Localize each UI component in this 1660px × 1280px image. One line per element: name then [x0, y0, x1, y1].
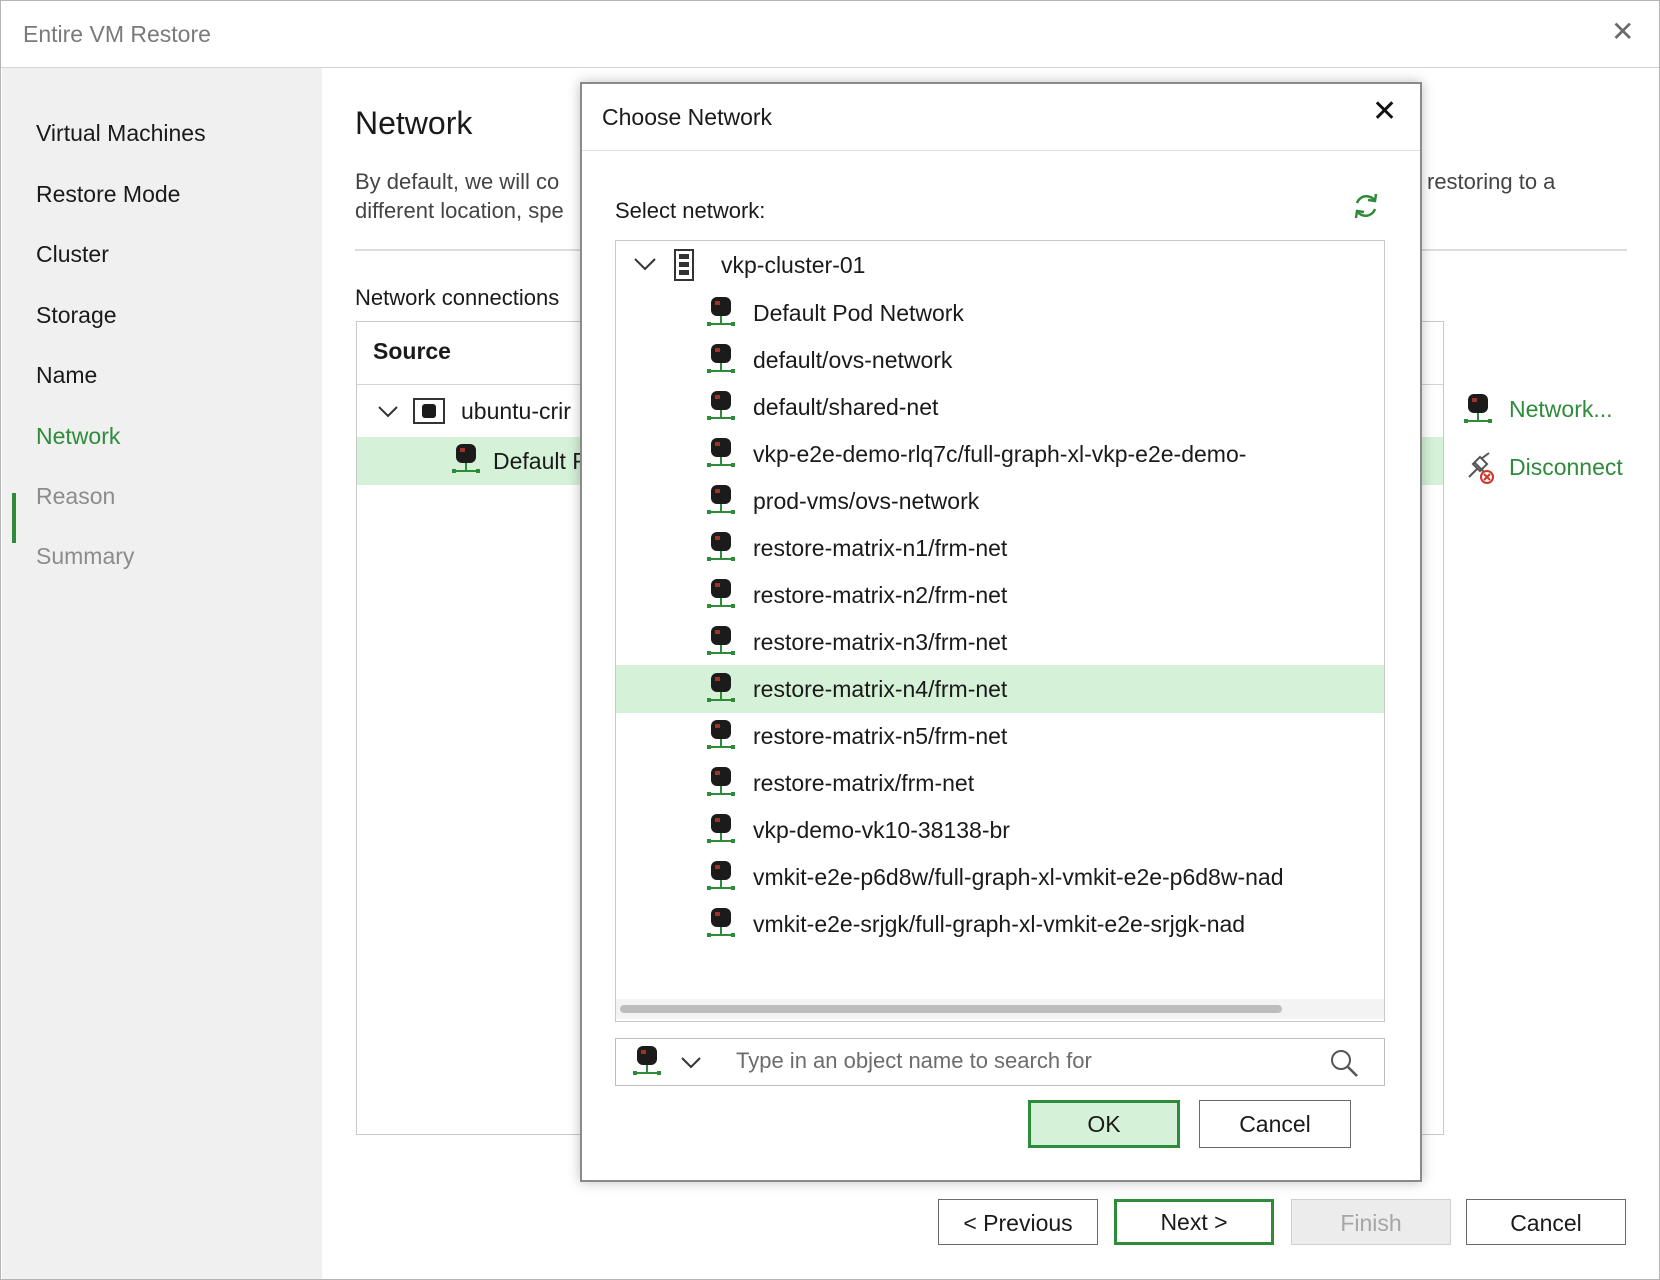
description-line-1-tail: restoring to a [1427, 169, 1556, 194]
step-virtual-machines[interactable]: Virtual Machines [36, 120, 206, 147]
description-line-2: different location, spe [355, 198, 564, 223]
network-icon [706, 484, 736, 518]
network-icon [706, 531, 736, 565]
network-icon [706, 578, 736, 612]
network-item-label: restore-matrix/frm-net [753, 770, 975, 796]
network-icon [706, 766, 736, 800]
network-item[interactable]: restore-matrix/frm-net [616, 759, 1384, 807]
description-line-1: By default, we will co [355, 169, 560, 194]
dialog-title: Choose Network [602, 104, 773, 130]
network-tree[interactable]: vkp-cluster-01 Default Pod Network defaul… [615, 240, 1385, 1022]
network-connections-label: Network connections [355, 285, 560, 310]
refresh-icon[interactable] [1350, 190, 1382, 222]
step-network[interactable]: Network [36, 423, 120, 450]
network-item[interactable]: restore-matrix-n2/frm-net [616, 571, 1384, 619]
window-title: Entire VM Restore [23, 21, 211, 47]
step-restore-mode[interactable]: Restore Mode [36, 181, 180, 208]
network-icon [706, 672, 736, 706]
chevron-down-icon[interactable] [375, 398, 401, 424]
window-titlebar: Entire VM Restore ✕ [1, 1, 1659, 68]
cancel-button[interactable]: Cancel [1466, 1199, 1626, 1245]
network-item[interactable]: vkp-e2e-demo-rlq7c/full-graph-xl-vkp-e2e… [616, 430, 1384, 478]
network-item-label: vmkit-e2e-srjgk/full-graph-xl-vmkit-e2e-… [753, 911, 1246, 937]
network-item-label: prod-vms/ovs-network [753, 488, 980, 514]
network-icon [706, 437, 736, 471]
chevron-down-icon[interactable] [678, 1049, 704, 1075]
network-icon [1463, 393, 1493, 427]
network-item[interactable]: default/shared-net [616, 383, 1384, 431]
next-button[interactable]: Next > [1114, 1199, 1274, 1245]
network-icon [706, 390, 736, 424]
network-icon [706, 719, 736, 753]
step-cluster[interactable]: Cluster [36, 241, 109, 268]
network-item-label: restore-matrix-n4/frm-net [753, 676, 1008, 702]
dialog-cancel-button[interactable]: Cancel [1199, 1100, 1351, 1148]
step-storage[interactable]: Storage [36, 302, 117, 329]
wizard-sidebar: Virtual Machines Restore Mode Cluster St… [2, 68, 322, 1279]
search-icon[interactable] [1328, 1047, 1360, 1079]
network-item[interactable]: default/ovs-network [616, 336, 1384, 384]
dialog-title-divider [582, 150, 1420, 151]
network-icon [706, 860, 736, 894]
network-item-label: restore-matrix-n2/frm-net [753, 582, 1008, 608]
page-title: Network [355, 105, 473, 141]
network-item-label: restore-matrix-n1/frm-net [753, 535, 1008, 561]
network-item-label: default/ovs-network [753, 347, 953, 373]
finish-button: Finish [1291, 1199, 1451, 1245]
network-item[interactable]: prod-vms/ovs-network [616, 477, 1384, 525]
network-item[interactable]: restore-matrix-n1/frm-net [616, 524, 1384, 572]
vm-icon [413, 398, 445, 424]
source-network-name: Default F [493, 448, 587, 474]
disconnect-icon [1468, 452, 1494, 484]
cluster-icon [674, 249, 694, 281]
network-item-label: restore-matrix-n3/frm-net [753, 629, 1008, 655]
ok-button[interactable]: OK [1028, 1100, 1180, 1148]
active-step-marker [12, 493, 16, 543]
previous-button[interactable]: < Previous [938, 1199, 1098, 1245]
network-item-label: Default Pod Network [753, 300, 964, 326]
disconnect-action-label[interactable]: Disconnect [1509, 454, 1623, 481]
network-item[interactable]: restore-matrix-n5/frm-net [616, 712, 1384, 760]
dialog-close-icon[interactable]: ✕ [1372, 94, 1397, 129]
network-item-label: vkp-e2e-demo-rlq7c/full-graph-xl-vkp-e2e… [753, 441, 1247, 467]
network-icon [706, 813, 736, 847]
network-item[interactable]: vmkit-e2e-p6d8w/full-graph-xl-vmkit-e2e-… [616, 853, 1384, 901]
network-icon [706, 296, 736, 330]
search-box [615, 1038, 1385, 1086]
network-item[interactable]: vmkit-e2e-srjgk/full-graph-xl-vmkit-e2e-… [616, 900, 1384, 948]
step-reason: Reason [36, 483, 116, 509]
network-item-label: restore-matrix-n5/frm-net [753, 723, 1008, 749]
search-input[interactable] [736, 1039, 1296, 1083]
network-icon [706, 907, 736, 941]
step-name[interactable]: Name [36, 362, 97, 389]
chevron-down-icon[interactable] [630, 249, 660, 279]
source-column-header[interactable]: Source [373, 338, 451, 365]
network-item[interactable]: Default Pod Network [616, 289, 1384, 337]
select-network-label: Select network: [615, 198, 766, 223]
scrollbar-thumb[interactable] [620, 1005, 1282, 1013]
window-close-icon[interactable]: ✕ [1611, 15, 1634, 48]
cluster-name: vkp-cluster-01 [721, 252, 866, 278]
network-item[interactable]: restore-matrix-n3/frm-net [616, 618, 1384, 666]
network-item-label: default/shared-net [753, 394, 939, 420]
network-icon [706, 343, 736, 377]
choose-network-dialog: Choose Network ✕ Select network: vkp-clu… [580, 82, 1422, 1182]
network-filter-icon[interactable] [632, 1045, 662, 1079]
network-icon [706, 625, 736, 659]
horizontal-scrollbar[interactable] [616, 999, 1384, 1019]
network-item-label: vkp-demo-vk10-38138-br [753, 817, 1010, 843]
vm-name: ubuntu-crir [461, 398, 571, 424]
tree-root-cluster[interactable]: vkp-cluster-01 [616, 241, 1384, 289]
step-summary: Summary [36, 543, 135, 569]
network-action-label[interactable]: Network... [1509, 396, 1613, 423]
network-item[interactable]: vkp-demo-vk10-38138-br [616, 806, 1384, 854]
network-item[interactable]: restore-matrix-n4/frm-net [616, 665, 1384, 713]
network-icon [451, 443, 481, 477]
network-item-label: vmkit-e2e-p6d8w/full-graph-xl-vmkit-e2e-… [753, 864, 1284, 890]
